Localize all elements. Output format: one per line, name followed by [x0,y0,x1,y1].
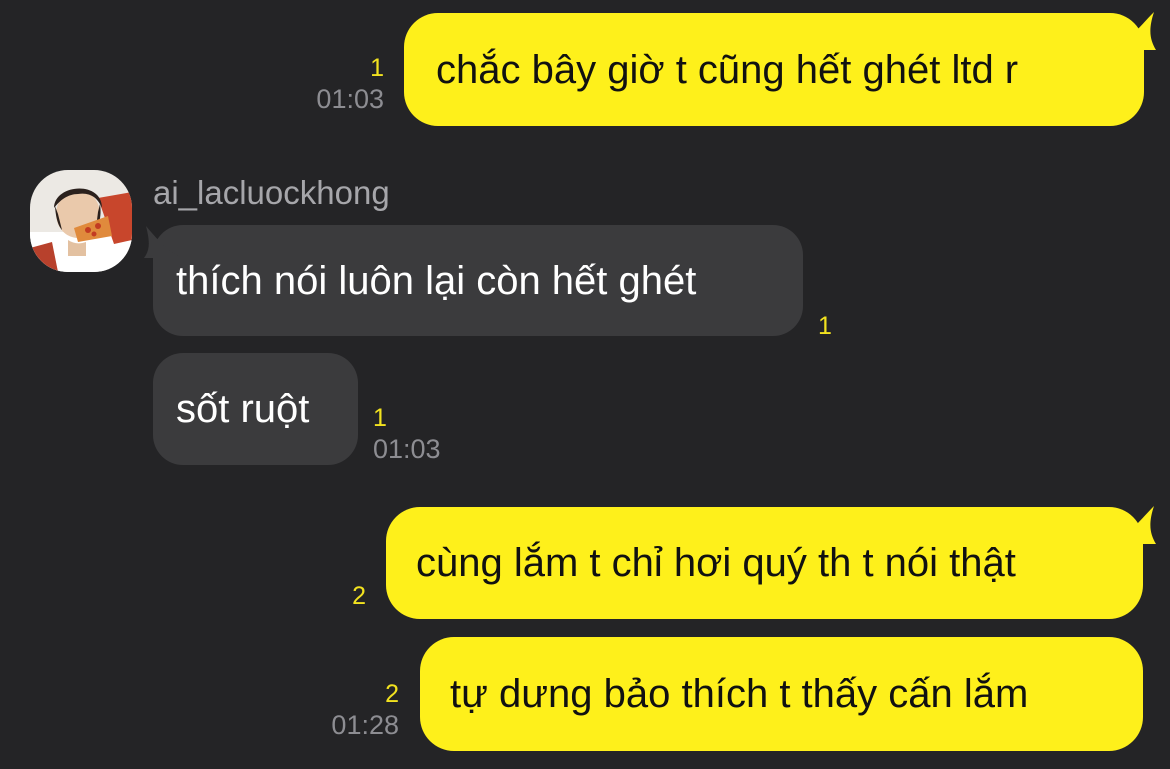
sender-name: ai_lacluockhong [153,174,390,211]
message-text: cùng lắm t chỉ hơi quý th t nói thật [416,541,1016,585]
unread-count: 2 [352,582,366,610]
bubble-tail-icon [144,226,182,258]
message-time: 01:28 [331,710,399,740]
unread-count: 1 [373,404,387,432]
unread-count: 1 [818,312,832,340]
message-text: sốt ruột [176,387,310,431]
message-text: thích nói luôn lại còn hết ghét [176,258,697,303]
message-time: 01:03 [373,434,441,464]
outgoing-message-bubble[interactable]: chắc bây giờ t cũng hết ghét ltd r [404,13,1144,126]
message-time: 01:03 [316,84,384,114]
outgoing-message-bubble[interactable]: cùng lắm t chỉ hơi quý th t nói thật [386,507,1143,619]
message-meta: 2 01:28 [331,682,399,739]
unread-count: 1 [370,54,384,82]
message-meta: 1 [818,314,832,339]
message-meta: 1 01:03 [373,406,441,463]
bubble-tail-icon [1112,506,1156,544]
message-text: chắc bây giờ t cũng hết ghét ltd r [436,47,1019,92]
message-text: tự dưng bảo thích t thấy cấn lắm [450,672,1029,716]
message-meta: 2 [352,584,366,609]
bubble-tail-icon [1112,12,1156,50]
message-meta: 1 01:03 [316,56,384,113]
chat-view: chắc bây giờ t cũng hết ghét ltd r 1 01:… [0,0,1170,769]
incoming-message-bubble[interactable]: sốt ruột [153,353,358,465]
unread-count: 2 [385,680,399,708]
outgoing-message-bubble[interactable]: tự dưng bảo thích t thấy cấn lắm [420,637,1143,751]
profile-photo-icon [30,170,132,272]
contact-avatar[interactable] [30,170,132,272]
incoming-message-bubble[interactable]: thích nói luôn lại còn hết ghét [153,225,803,336]
